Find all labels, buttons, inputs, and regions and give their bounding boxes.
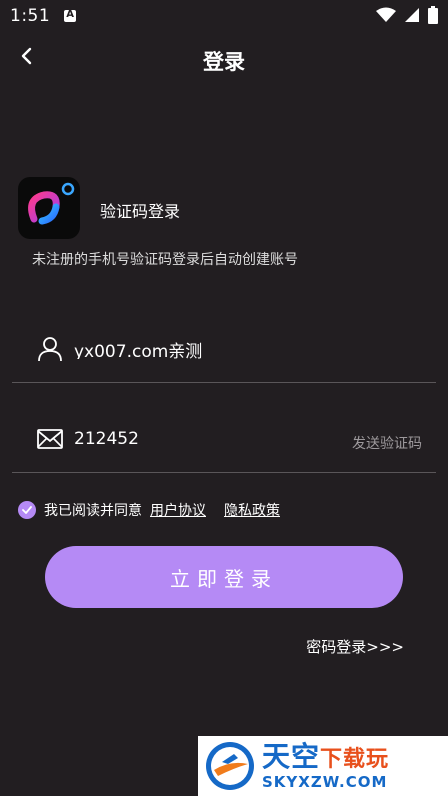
- nav-bar: 登录: [0, 40, 448, 80]
- mail-icon: [37, 429, 63, 449]
- check-icon: [22, 506, 32, 514]
- privacy-policy-link[interactable]: 隐私政策: [224, 500, 280, 520]
- status-time: 1:51: [10, 6, 51, 26]
- verification-code-input[interactable]: [74, 429, 334, 449]
- watermark-url: SKYXZW.COM: [262, 772, 388, 791]
- watermark-logo-icon: [206, 742, 254, 790]
- watermark-title: 天空下载玩: [262, 739, 390, 773]
- wifi-icon: [376, 7, 396, 22]
- watermark-title-main: 天空: [262, 739, 321, 773]
- watermark-title-accent: 下载玩: [320, 746, 390, 772]
- send-code-button[interactable]: 发送验证码: [352, 433, 422, 453]
- login-hint: 未注册的手机号验证码登录后自动创建账号: [32, 252, 298, 268]
- notification-app-icon: [64, 9, 77, 22]
- status-icons: [376, 6, 438, 24]
- login-heading: 验证码登录: [100, 202, 181, 221]
- phone-input[interactable]: [74, 339, 334, 359]
- status-bar: 1:51: [0, 0, 448, 32]
- watermark: 天空下载玩 SKYXZW.COM: [198, 736, 448, 796]
- agreement-row: 我已阅读并同意 用户协议 隐私政策: [18, 500, 298, 520]
- agreement-checkbox[interactable]: [18, 501, 36, 519]
- agreement-text: 我已阅读并同意: [44, 503, 142, 519]
- code-field-row: 发送验证码: [12, 413, 436, 473]
- user-icon: [38, 337, 62, 362]
- login-button[interactable]: 立即登录: [45, 546, 403, 608]
- battery-icon: [428, 6, 438, 24]
- password-login-link[interactable]: 密码登录>>>: [306, 636, 404, 657]
- user-agreement-link[interactable]: 用户协议: [150, 500, 206, 520]
- phone-field-row: [12, 323, 436, 383]
- app-logo: [18, 177, 80, 239]
- page-title: 登录: [203, 50, 245, 74]
- signal-icon: [405, 8, 419, 22]
